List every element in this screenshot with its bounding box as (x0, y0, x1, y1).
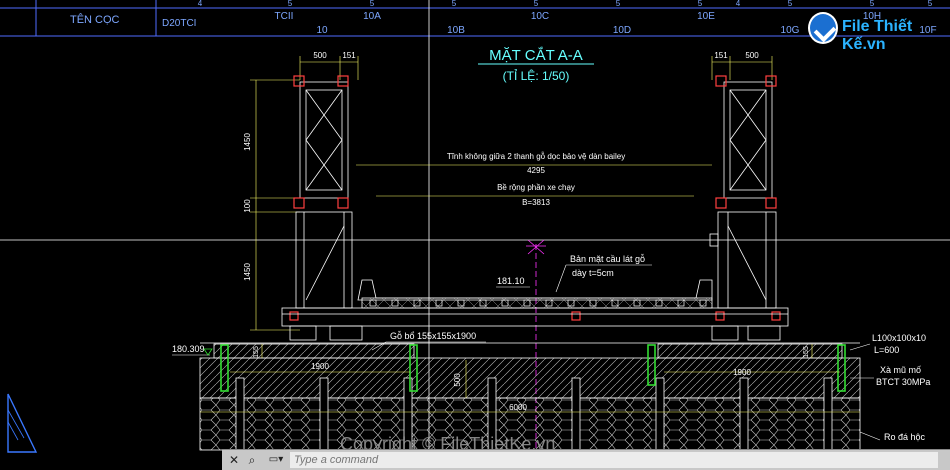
note-timber-block: Gỗ bổ 155x155x1900 (390, 331, 476, 341)
note-angle-2: L=600 (874, 345, 899, 355)
header-pile-lower: 10 (316, 25, 328, 36)
command-line-bar: ✕ ⌕ ▭▾ (222, 449, 950, 470)
search-icon[interactable]: ⌕ (244, 452, 260, 468)
header-pile-lower: 10B (447, 25, 465, 36)
logo-text: File Thiết Kế.vn (842, 18, 913, 53)
header-piles-upper: TCII 10A 10C 10E 10H (275, 11, 882, 22)
elevation-ground: 180.309 (172, 344, 205, 354)
note-rubble: Ro đá hộc (884, 432, 926, 442)
elevation-marker (203, 348, 213, 356)
note-abutment-1: Xà mũ mố (880, 365, 921, 375)
header-top-digits: 4 5 5 5 5 5 5 4 5 5 5 (198, 0, 933, 8)
bailey-truss-left (295, 81, 353, 309)
bearing-blocks (289, 325, 781, 341)
header-pile-upper: 10A (363, 11, 381, 22)
dim-top-c: 151 (714, 51, 728, 60)
ucs-icon (7, 393, 38, 453)
dim-h3: 1450 (243, 263, 252, 281)
bailey-truss-right (717, 81, 777, 309)
dim-sleeper-h-left: 155 (253, 346, 260, 358)
road-width-value: B=3813 (522, 198, 550, 207)
command-prompt-icon[interactable]: ▭▾ (264, 452, 288, 468)
close-icon[interactable]: ✕ (226, 452, 242, 468)
elevation-deck: 181.10 (497, 276, 525, 286)
dim-top-b: 151 (342, 51, 356, 60)
dim-cap-width: 6000 (509, 403, 527, 412)
dim-h1: 1450 (243, 133, 252, 151)
clearance-label: Tĩnh không giữa 2 thanh gỗ dọc bảo vệ dà… (447, 152, 625, 161)
header-pile-lower: 10D (613, 25, 631, 36)
clearance-value: 4295 (527, 166, 545, 175)
header-digit: 4 (198, 0, 203, 8)
bridge-deck (281, 279, 789, 327)
header-pile-lower: 10G (781, 25, 800, 36)
header-digit: 5 (870, 0, 875, 8)
dim-sleeper-right: 1900 (733, 368, 751, 377)
header-digit: 5 (288, 0, 293, 8)
header-pile-upper: 10E (697, 11, 715, 22)
header-digit: 4 (736, 0, 741, 8)
header-digit: 5 (788, 0, 793, 8)
header-digit: 5 (534, 0, 539, 8)
header-pile-upper: TCII (275, 11, 294, 22)
section-title: MẶT CẮT A-A (489, 46, 583, 64)
dim-sleeper-left: 1900 (311, 362, 329, 371)
deck-note-1: Bản mặt cầu lát gỗ (570, 254, 645, 264)
dim-top-a: 500 (313, 51, 327, 60)
section-scale: (TỈ LỆ: 1/50) (503, 68, 570, 83)
note-abutment-2: BTCT 30MPa (876, 377, 930, 387)
note-angle-1: L100x100x10 (872, 333, 926, 343)
command-input[interactable] (290, 452, 938, 468)
header-digit: 5 (928, 0, 933, 8)
dim-pile-cap-h: 500 (453, 373, 462, 387)
header-row-label: TÊN CỌC (70, 13, 120, 26)
header-digit: 5 (698, 0, 703, 8)
vertical-dimensions (250, 79, 300, 331)
logo-check-icon (808, 12, 838, 44)
dim-sleeper-h-right: 155 (803, 346, 810, 358)
header-digit: 5 (616, 0, 621, 8)
header-pile-upper: 10C (531, 11, 549, 22)
cad-drawing-canvas[interactable]: TÊN CỌC D20TCI 4 5 5 5 5 5 5 4 5 5 5 TCII 10A 10C 10E… (0, 0, 950, 470)
dim-h2: 100 (243, 199, 252, 213)
site-logo: File Thiết Kế.vn (808, 12, 946, 53)
deck-note-2: dày t=5cm (572, 268, 614, 278)
header-digit: 5 (370, 0, 375, 8)
dim-top-d: 500 (745, 51, 759, 60)
header-digit: 5 (452, 0, 457, 8)
road-width-label: Bề rộng phần xe chạy (497, 183, 575, 192)
header-row-value: D20TCI (162, 18, 196, 29)
